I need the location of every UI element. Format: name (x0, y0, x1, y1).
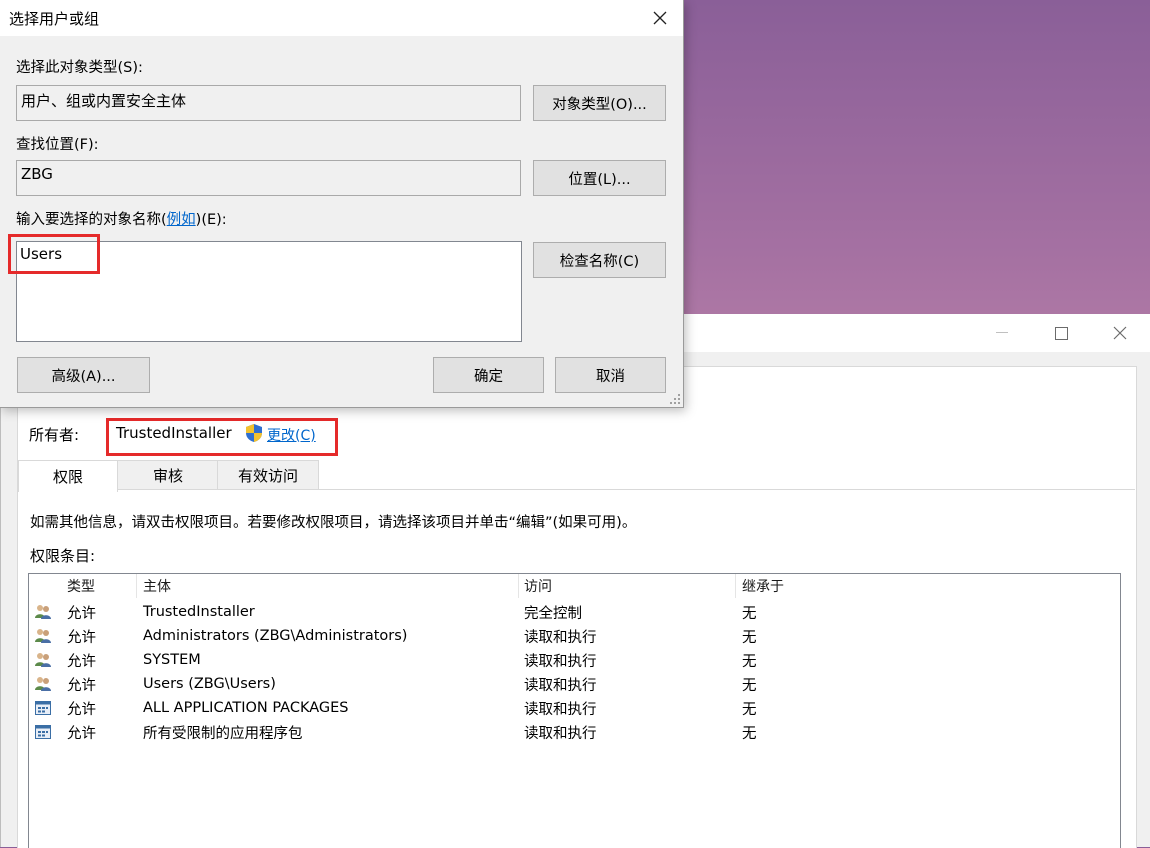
cell-principal: Users (ZBG\Users) (143, 676, 276, 692)
table-row[interactable]: 允许 SYSTEM 读取和执行 无 (29, 648, 1120, 672)
advanced-button[interactable]: 高级(A)... (17, 357, 150, 393)
dialog-titlebar: 选择用户或组 (0, 0, 683, 36)
cell-inherited: 无 (742, 725, 757, 742)
cell-access: 读取和执行 (524, 725, 597, 742)
table-row[interactable]: 允许 ALL APPLICATION PACKAGES 读取和执行 无 (29, 696, 1120, 720)
tab-audit[interactable]: 审核 (117, 460, 219, 490)
cell-principal: TrustedInstaller (143, 604, 255, 620)
resize-grip-icon[interactable] (669, 393, 681, 405)
cell-type: 允许 (67, 629, 96, 646)
user-group-icon (34, 627, 52, 645)
cell-access: 读取和执行 (524, 653, 597, 670)
column-header-access[interactable]: 访问 (524, 574, 552, 598)
table-row[interactable]: 允许 所有受限制的应用程序包 读取和执行 无 (29, 720, 1120, 744)
check-names-button[interactable]: 检查名称(C) (533, 242, 666, 278)
tab-permissions[interactable]: 权限 (18, 460, 118, 492)
column-header-type[interactable]: 类型 (67, 574, 95, 598)
object-names-label-prefix: 输入要选择的对象名称( (16, 212, 167, 228)
close-icon (1113, 326, 1127, 340)
object-type-field: 用户、组或内置安全主体 (16, 85, 521, 121)
maximize-icon (1054, 326, 1068, 340)
owner-label: 所有者: (29, 426, 80, 444)
column-separator (518, 574, 519, 598)
column-header-inherited[interactable]: 继承于 (742, 574, 784, 598)
cell-type: 允许 (67, 701, 96, 718)
column-separator (735, 574, 736, 598)
cancel-button[interactable]: 取消 (555, 357, 666, 393)
locations-button[interactable]: 位置(L)... (533, 160, 666, 196)
cell-access: 读取和执行 (524, 701, 597, 718)
table-row[interactable]: 允许 Users (ZBG\Users) 读取和执行 无 (29, 672, 1120, 696)
cell-access: 读取和执行 (524, 677, 597, 694)
cell-type: 允许 (67, 677, 96, 694)
entries-label: 权限条目: (30, 547, 96, 565)
examples-link[interactable]: 例如 (167, 212, 196, 228)
object-type-label: 选择此对象类型(S): (16, 60, 143, 76)
permission-entries-list[interactable]: 类型 主体 访问 继承于 允许 TrustedInstaller 完全控制无允许 Ad… (28, 573, 1121, 848)
cell-inherited: 无 (742, 701, 757, 718)
app-package-icon (34, 699, 52, 717)
tab-divider (18, 489, 1135, 490)
user-group-icon (34, 651, 52, 669)
cell-type: 允许 (67, 725, 96, 742)
info-text: 如需其他信息，请双击权限项目。若要修改权限项目，请选择该项目并单击“编辑”(如果… (30, 515, 637, 531)
object-names-label-suffix: )(E): (195, 212, 227, 228)
column-header-principal[interactable]: 主体 (143, 574, 171, 598)
object-names-label: 输入要选择的对象名称(例如)(E): (16, 208, 227, 229)
cell-access: 读取和执行 (524, 629, 597, 646)
app-package-icon (34, 723, 52, 741)
tab-effective-access[interactable]: 有效访问 (217, 460, 319, 490)
cell-inherited: 无 (742, 677, 757, 694)
cell-principal: ALL APPLICATION PACKAGES (143, 700, 349, 716)
cell-access: 完全控制 (524, 605, 582, 622)
user-group-icon (34, 603, 52, 621)
owner-highlight-box (106, 418, 338, 456)
minimize-button[interactable] (973, 314, 1031, 352)
cell-inherited: 无 (742, 605, 757, 622)
close-icon (653, 11, 667, 25)
location-field: ZBG (16, 160, 521, 196)
minimize-icon (996, 332, 1008, 333)
close-button[interactable] (1091, 314, 1149, 352)
cell-type: 允许 (67, 605, 96, 622)
table-row[interactable]: 允许 Administrators (ZBG\Administrators) 读取和… (29, 624, 1120, 648)
table-row[interactable]: 允许 TrustedInstaller 完全控制 无 (29, 600, 1120, 624)
object-types-button[interactable]: 对象类型(O)... (533, 85, 666, 121)
cell-principal: SYSTEM (143, 652, 201, 668)
cell-principal: 所有受限制的应用程序包 (143, 725, 303, 742)
column-separator (136, 574, 137, 598)
cell-inherited: 无 (742, 629, 757, 646)
select-users-dialog: 选择用户或组 选择此对象类型(S): 用户、组或内置安全主体 对象类型(O)..… (0, 0, 684, 408)
dialog-title: 选择用户或组 (9, 10, 100, 28)
dialog-close-button[interactable] (637, 0, 683, 36)
cell-principal: Administrators (ZBG\Administrators) (143, 628, 408, 644)
ok-button[interactable]: 确定 (433, 357, 544, 393)
users-highlight-box (8, 234, 100, 274)
cell-type: 允许 (67, 653, 96, 670)
cell-inherited: 无 (742, 653, 757, 670)
user-group-icon (34, 675, 52, 693)
location-label: 查找位置(F): (16, 137, 99, 153)
maximize-button[interactable] (1032, 314, 1090, 352)
